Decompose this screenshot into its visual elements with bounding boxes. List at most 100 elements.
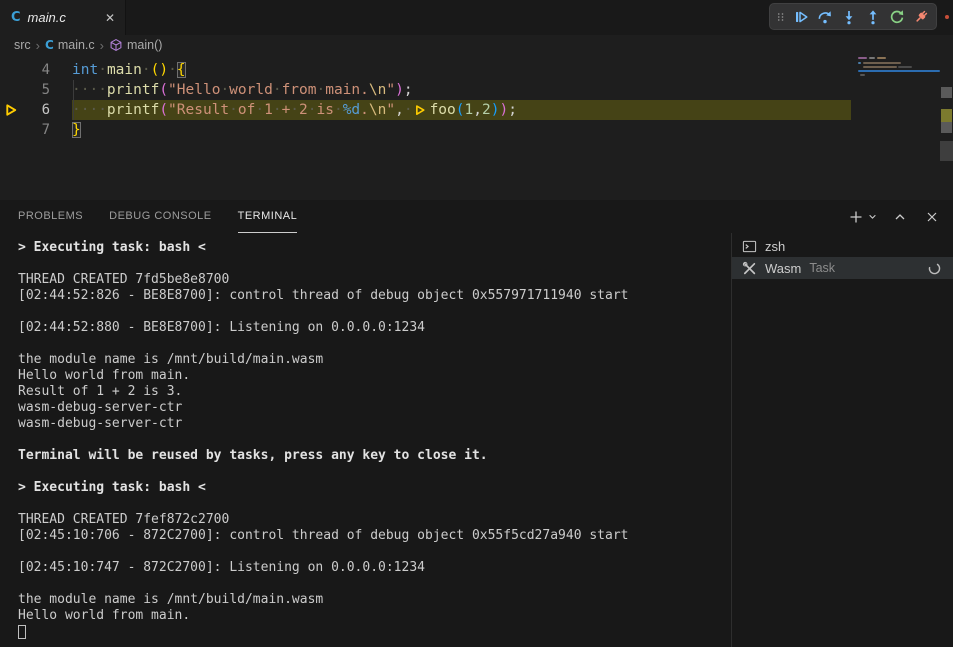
token: + [282,102,291,118]
tab-title: main.c [28,10,96,25]
terminal-tab-badge: Task [809,261,835,275]
debug-toolbar [769,3,937,30]
task-spinner-icon [927,261,942,279]
terminal-line [18,304,731,320]
token: 1 [264,102,273,118]
gutter[interactable] [0,60,22,80]
terminal-line [18,432,731,448]
token: int [72,62,98,78]
code-text: } [72,122,81,138]
terminal-tab-wasm[interactable]: WasmTask [732,257,953,279]
terminal-line: wasm-debug-server-ctr [18,416,731,432]
token: ( [151,62,160,78]
token: · [273,102,282,118]
panel-tab-problems[interactable]: PROBLEMS [18,200,83,233]
disconnect-icon[interactable] [910,6,931,27]
breadcrumb-item-mainc[interactable]: Cmain.c [45,38,95,52]
token: · [316,82,325,98]
maximize-panel-icon[interactable] [889,206,911,228]
breadcrumb-item-main[interactable]: main() [109,38,162,52]
terminal-line: [02:45:10:706 - 872C2700]: control threa… [18,528,731,544]
step-into-icon[interactable] [838,6,859,27]
step-out-icon[interactable] [862,6,883,27]
panel-header: PROBLEMS DEBUG CONSOLE TERMINAL [0,200,953,233]
drag-grip-icon [775,6,787,27]
token: ) [499,102,508,118]
token: ; [404,82,413,98]
token: · [168,62,177,78]
terminal-tabs-list: zshWasmTask [731,233,953,647]
token: ···· [72,102,107,118]
token: "Result [168,102,229,118]
token: of [238,102,255,118]
terminal-dropdown-icon[interactable] [865,206,879,228]
terminal-line: Hello world from main. [18,368,731,384]
token: ···· [72,82,107,98]
token: · [98,62,107,78]
token: ( [159,102,168,118]
terminal-cursor-line [18,624,731,640]
token: { [177,62,186,78]
panel-tabs: PROBLEMS DEBUG CONSOLE TERMINAL [18,200,323,233]
terminal-cursor [18,625,26,639]
bottom-panel: PROBLEMS DEBUG CONSOLE TERMINAL > Executin… [0,200,953,647]
code-line-6[interactable]: 6····printf("Result·of·1·+·2·is·%d.\n",·… [0,100,953,120]
token: · [404,102,413,118]
token: is [317,102,334,118]
code-line-5[interactable]: 5····printf("Hello·world·from·main.\n"); [0,80,953,100]
terminal-line: Terminal will be reused by tasks, press … [18,448,731,464]
terminal-line: > Executing task: bash < [18,240,731,256]
token: 2 [299,102,308,118]
panel-tab-debug-console[interactable]: DEBUG CONSOLE [109,200,211,233]
overview-ruler[interactable] [940,55,953,200]
code-line-4[interactable]: 4int·main·()·{ [0,60,953,80]
terminal-line [18,544,731,560]
step-over-icon[interactable] [814,6,835,27]
token: , [395,102,404,118]
code-text: ····printf("Result·of·1·+·2·is·%d.\n",·f… [72,102,517,118]
panel-body: > Executing task: bash < THREAD CREATED 7… [0,233,953,647]
token: } [72,122,81,138]
debug-pointer-icon [0,100,22,120]
token: · [308,102,317,118]
close-panel-icon[interactable] [921,206,943,228]
terminal-line [18,496,731,512]
terminal-line: [02:44:52:826 - BE8E8700]: control threa… [18,288,731,304]
terminal-line: THREAD CREATED 7fd5be8e8700 [18,272,731,288]
breadcrumb-label: src [14,38,31,52]
tab-main-c[interactable]: C main.c ✕ [0,0,126,35]
panel-tab-terminal[interactable]: TERMINAL [238,200,298,233]
code-line-7[interactable]: 7} [0,120,953,140]
line-number: 5 [22,82,50,98]
token: · [334,102,343,118]
symbol-cube-icon [109,38,123,52]
terminal-line: Result of 1 + 2 is 3. [18,384,731,400]
gutter[interactable] [0,120,22,140]
red-dot-indicator [945,15,949,19]
terminal-line: the module name is /mnt/build/main.wasm [18,592,731,608]
minimap[interactable] [858,57,940,187]
restart-icon[interactable] [886,6,907,27]
breadcrumb-item-src[interactable]: src [14,38,31,52]
continue-icon[interactable] [790,6,811,27]
token: \n [369,82,386,98]
token: %d [343,102,360,118]
token: printf [107,102,159,118]
breadcrumb-label: main.c [58,38,95,52]
code-lines: 4int·main·()·{5····printf("Hello·world·f… [0,60,953,140]
tab-close-icon[interactable]: ✕ [103,11,117,25]
terminal-line: [02:44:52:880 - BE8E8700]: Listening on … [18,320,731,336]
token: · [229,102,238,118]
terminal-output[interactable]: > Executing task: bash < THREAD CREATED 7… [0,233,731,647]
terminal-icon [742,239,757,254]
terminal-tab-zsh[interactable]: zsh [732,235,953,257]
new-terminal-icon[interactable] [845,206,867,228]
terminal-line: Hello world from main. [18,608,731,624]
gutter[interactable] [0,80,22,100]
terminal-line [18,464,731,480]
code-editor[interactable]: 4int·main·()·{5····printf("Hello·world·f… [0,55,953,200]
step-into-target-icon[interactable] [414,104,427,117]
terminal-line [18,336,731,352]
token: " [386,82,395,98]
token: · [273,82,282,98]
